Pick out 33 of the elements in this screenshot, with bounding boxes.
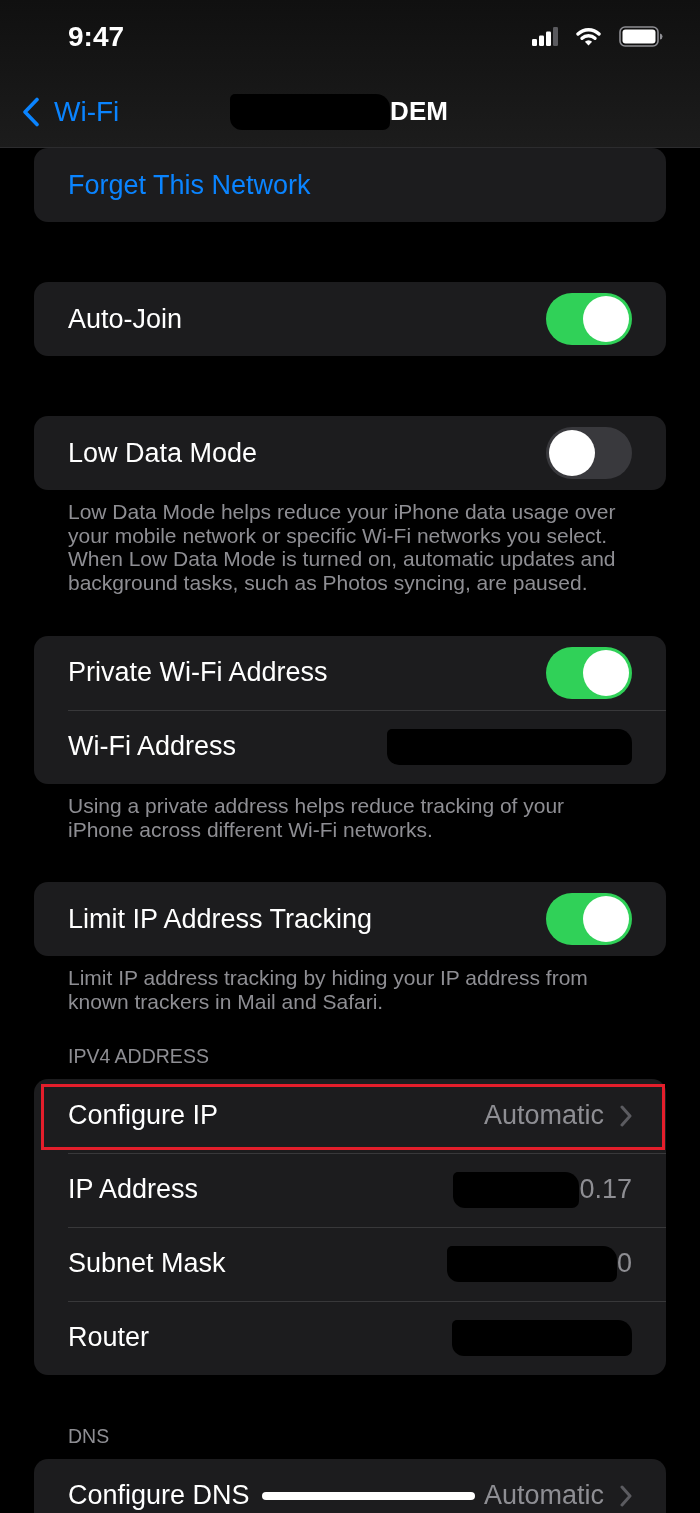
status-time: 9:47 [68, 21, 125, 53]
wifi-icon [576, 27, 601, 46]
section-header: IPV4 ADDRESS [67, 1043, 210, 1068]
setting-value: Automatic [483, 1480, 604, 1512]
section-footer-text: Using a private address helps reduce tracking of your iPhone across different Wi-Fi networks. [67, 793, 566, 842]
toggle-switch[interactable] [546, 427, 632, 479]
toggle-switch[interactable] [546, 646, 632, 699]
setting-label: Subnet Mask [68, 1248, 226, 1280]
signal-icon [532, 27, 558, 46]
section-footer-text: Limit IP address tracking by hiding your IP address from known trackers in Mail and Safari. [67, 966, 589, 1014]
setting-label[interactable]: Configure IP [68, 1100, 219, 1132]
section-footer-text: Low Data Mode helps reduce your iPhone data usage over your mobile network or specific Wi-Fi networks you select. When Low Data Mode is turned on, automatic updates and background tasks, such as Photos syncing, are paused. [67, 500, 617, 595]
nav-title: DEM [390, 96, 448, 127]
setting-value: 0.17 [579, 1174, 632, 1206]
setting-value: Automatic [483, 1100, 604, 1132]
setting-label: Private Wi-Fi Address [68, 657, 328, 689]
back-button[interactable]: Wi-Fi [0, 95, 120, 128]
setting-label[interactable]: Configure DNS [68, 1480, 250, 1512]
chevron-right-icon [620, 1484, 632, 1507]
chevron-left-icon [22, 96, 40, 127]
toggle-switch[interactable] [546, 293, 632, 345]
setting-label: Router [68, 1322, 150, 1354]
setting-label: IP Address [68, 1174, 199, 1206]
chevron-right-icon [620, 1104, 632, 1127]
section-header: DNS [67, 1423, 111, 1448]
setting-value: 0 [616, 1248, 632, 1280]
action-link[interactable]: Forget This Network [68, 169, 311, 201]
toggle-switch[interactable] [546, 893, 632, 946]
setting-label: Wi-Fi Address [68, 731, 237, 763]
setting-label: Low Data Mode [68, 437, 258, 469]
setting-label: Auto-Join [68, 303, 183, 335]
battery-icon [619, 26, 663, 47]
setting-label: Limit IP Address Tracking [68, 903, 373, 935]
